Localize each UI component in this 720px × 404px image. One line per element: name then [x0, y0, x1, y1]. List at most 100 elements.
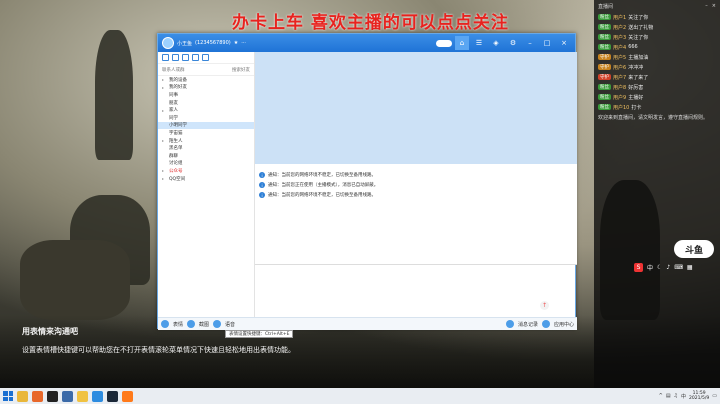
mode-toggle[interactable]	[436, 39, 452, 47]
bottom-item-screenshot[interactable]: 截图	[199, 321, 209, 328]
contact-tree-row[interactable]: ▸ 我的好友	[158, 84, 254, 92]
contact-tree-row[interactable]: ▸ 家人	[158, 106, 254, 114]
contact-tree-label: 同学	[169, 115, 178, 121]
moon-icon[interactable]: ☾	[657, 264, 662, 271]
game-icon[interactable]: ◈	[489, 36, 503, 50]
bottom-item-app-center[interactable]: 应用中心	[554, 321, 574, 328]
chat-badge: 粉丝	[598, 34, 611, 40]
contacts-icon[interactable]: ☰	[472, 36, 486, 50]
folder-icon[interactable]	[202, 54, 209, 61]
app-center-icon[interactable]	[541, 320, 550, 328]
qq-titlebar: 小王鱼 (1234567890) ★ ⋯ ⌂ ☰ ◈ ⚙ – □ ×	[158, 34, 575, 52]
chat-username[interactable]: 用户2	[613, 24, 626, 31]
contact-tree-row[interactable]: 小明同学	[158, 121, 254, 130]
contact-search[interactable]: 联系人或群 搜索好友	[158, 64, 254, 76]
chat-username[interactable]: 用户4	[613, 44, 626, 51]
space-icon[interactable]	[192, 54, 199, 61]
folder-icon[interactable]	[77, 390, 88, 402]
message-text: 通知：当前您的网络环境不稳定，已切换至备用线路。	[268, 173, 376, 178]
close-icon[interactable]: ×	[557, 36, 571, 50]
chat-username[interactable]: 用户5	[613, 54, 626, 61]
sogou-icon[interactable]: S	[634, 262, 643, 272]
scroll-up-icon[interactable]: ↑	[540, 301, 549, 310]
chat-username[interactable]: 用户7	[613, 74, 626, 81]
contact-tree-label: 讨论组	[169, 161, 183, 167]
contact-tree-row[interactable]: 群聊	[158, 152, 254, 160]
windows-start-icon[interactable]	[3, 391, 13, 401]
qq-bottom-toolbar: 表情 截图 语音 消息记录 应用中心	[158, 317, 577, 330]
chat-text: 主播加油	[628, 54, 649, 61]
emoji-icon[interactable]	[161, 320, 169, 328]
chat-text: 好厉害	[628, 84, 644, 91]
minimize-icon[interactable]: –	[523, 36, 537, 50]
bottom-item-emoji[interactable]: 表情	[173, 321, 183, 328]
contact-tree-label: 我的好友	[169, 85, 187, 91]
maximize-icon[interactable]: □	[540, 36, 554, 50]
douyu-icon[interactable]	[122, 390, 133, 402]
contact-tree-row[interactable]: ▸ 我的设备	[158, 76, 254, 84]
user-icon[interactable]	[162, 54, 169, 61]
contact-tree-row[interactable]: 朋友	[158, 99, 254, 107]
contact-tree-label: QQ空间	[169, 176, 186, 182]
steam-icon[interactable]	[107, 390, 118, 402]
star-icon[interactable]: ★	[234, 40, 238, 46]
network-icon[interactable]: ▤	[666, 393, 671, 399]
settings-icon[interactable]: ⚙	[506, 36, 520, 50]
chat-panel: i 通知：当前您的网络环境不稳定，已切换至备用线路。 i 通知：当前您正在使用（主播模…	[220, 52, 577, 330]
chinese-input-icon[interactable]: 中	[647, 263, 653, 272]
qq-icon[interactable]	[92, 390, 103, 402]
voice-icon[interactable]	[213, 320, 222, 328]
tray-up-icon[interactable]: ^	[659, 393, 663, 399]
live-panel-title: 直播间	[598, 3, 614, 10]
avatar[interactable]	[162, 37, 174, 49]
chat-badge: 粉丝	[598, 84, 611, 90]
notification-icon[interactable]: ▭	[712, 393, 717, 399]
contact-tree-row[interactable]: 黑名单	[158, 144, 254, 152]
chat-username[interactable]: 用户9	[613, 94, 626, 101]
bottom-item-history[interactable]: 消息记录	[518, 321, 538, 328]
history-icon[interactable]	[505, 320, 514, 328]
chat-username[interactable]: 用户10	[613, 104, 629, 111]
close-icon[interactable]: ×	[712, 3, 716, 9]
chat-badge: 粉丝	[598, 24, 611, 30]
contact-tree-row[interactable]: ▸ 陌生人	[158, 137, 254, 145]
douyu-logo: 斗鱼	[674, 240, 714, 258]
home-icon[interactable]: ⌂	[455, 36, 469, 50]
chevron-right-icon: ▸	[162, 107, 165, 113]
chat-username[interactable]: 用户6	[613, 64, 626, 71]
contact-tree: ▸ 我的设备 ▸ 我的好友 同事 朋友 ▸ 家人 同学 小明同学 宇宙猫 ▸ 陌生人 黑名单 群聊 讨论组 ▸ 公…	[158, 76, 254, 182]
group-icon[interactable]	[172, 54, 179, 61]
minimize-icon[interactable]: –	[705, 3, 708, 9]
keyboard-icon[interactable]: ⌨	[674, 264, 683, 271]
stream-banner: 办卡上车 喜欢主播的可以点点关注	[232, 13, 509, 33]
contact-tree-row[interactable]: ▸ 公众号	[158, 167, 254, 175]
chat-icon[interactable]	[182, 54, 189, 61]
contact-tree-label: 宇宙猫	[169, 130, 183, 136]
obs-icon[interactable]	[47, 390, 58, 402]
ime-icon[interactable]: 中	[681, 393, 686, 400]
chat-username[interactable]: 用户1	[613, 14, 626, 21]
volume-icon[interactable]: ♫	[674, 393, 678, 399]
chat-text: 送出了礼物	[628, 24, 654, 31]
share-icon[interactable]: ⋯	[241, 40, 246, 46]
chevron-right-icon: ▸	[162, 138, 165, 144]
contact-tree-row[interactable]: 讨论组	[158, 160, 254, 168]
contact-tree-row[interactable]: 宇宙猫	[158, 129, 254, 137]
chat-username[interactable]: 用户8	[613, 84, 626, 91]
contact-tree-row[interactable]: 同学	[158, 114, 254, 122]
contact-tree-label: 朋友	[169, 100, 178, 106]
contact-tree-label: 黑名单	[169, 146, 183, 152]
mic-icon[interactable]: ♪	[666, 264, 670, 271]
contact-tree-row[interactable]: 同事	[158, 91, 254, 99]
bottom-item-voice[interactable]: 语音	[225, 321, 235, 328]
clock[interactable]: 11:59 2021/5/9	[689, 391, 709, 402]
game-icon[interactable]	[62, 390, 73, 402]
explorer-icon[interactable]	[17, 390, 28, 402]
chat-text: 666	[628, 44, 638, 50]
contact-tree-row[interactable]: ▸ QQ空间	[158, 175, 254, 183]
browser-icon[interactable]	[32, 390, 43, 402]
screenshot-icon[interactable]	[187, 320, 196, 328]
grid-icon[interactable]: ▦	[687, 264, 693, 271]
chat-username[interactable]: 用户3	[613, 34, 626, 41]
chat-line: 守护 用户7 来了来了	[594, 72, 720, 82]
